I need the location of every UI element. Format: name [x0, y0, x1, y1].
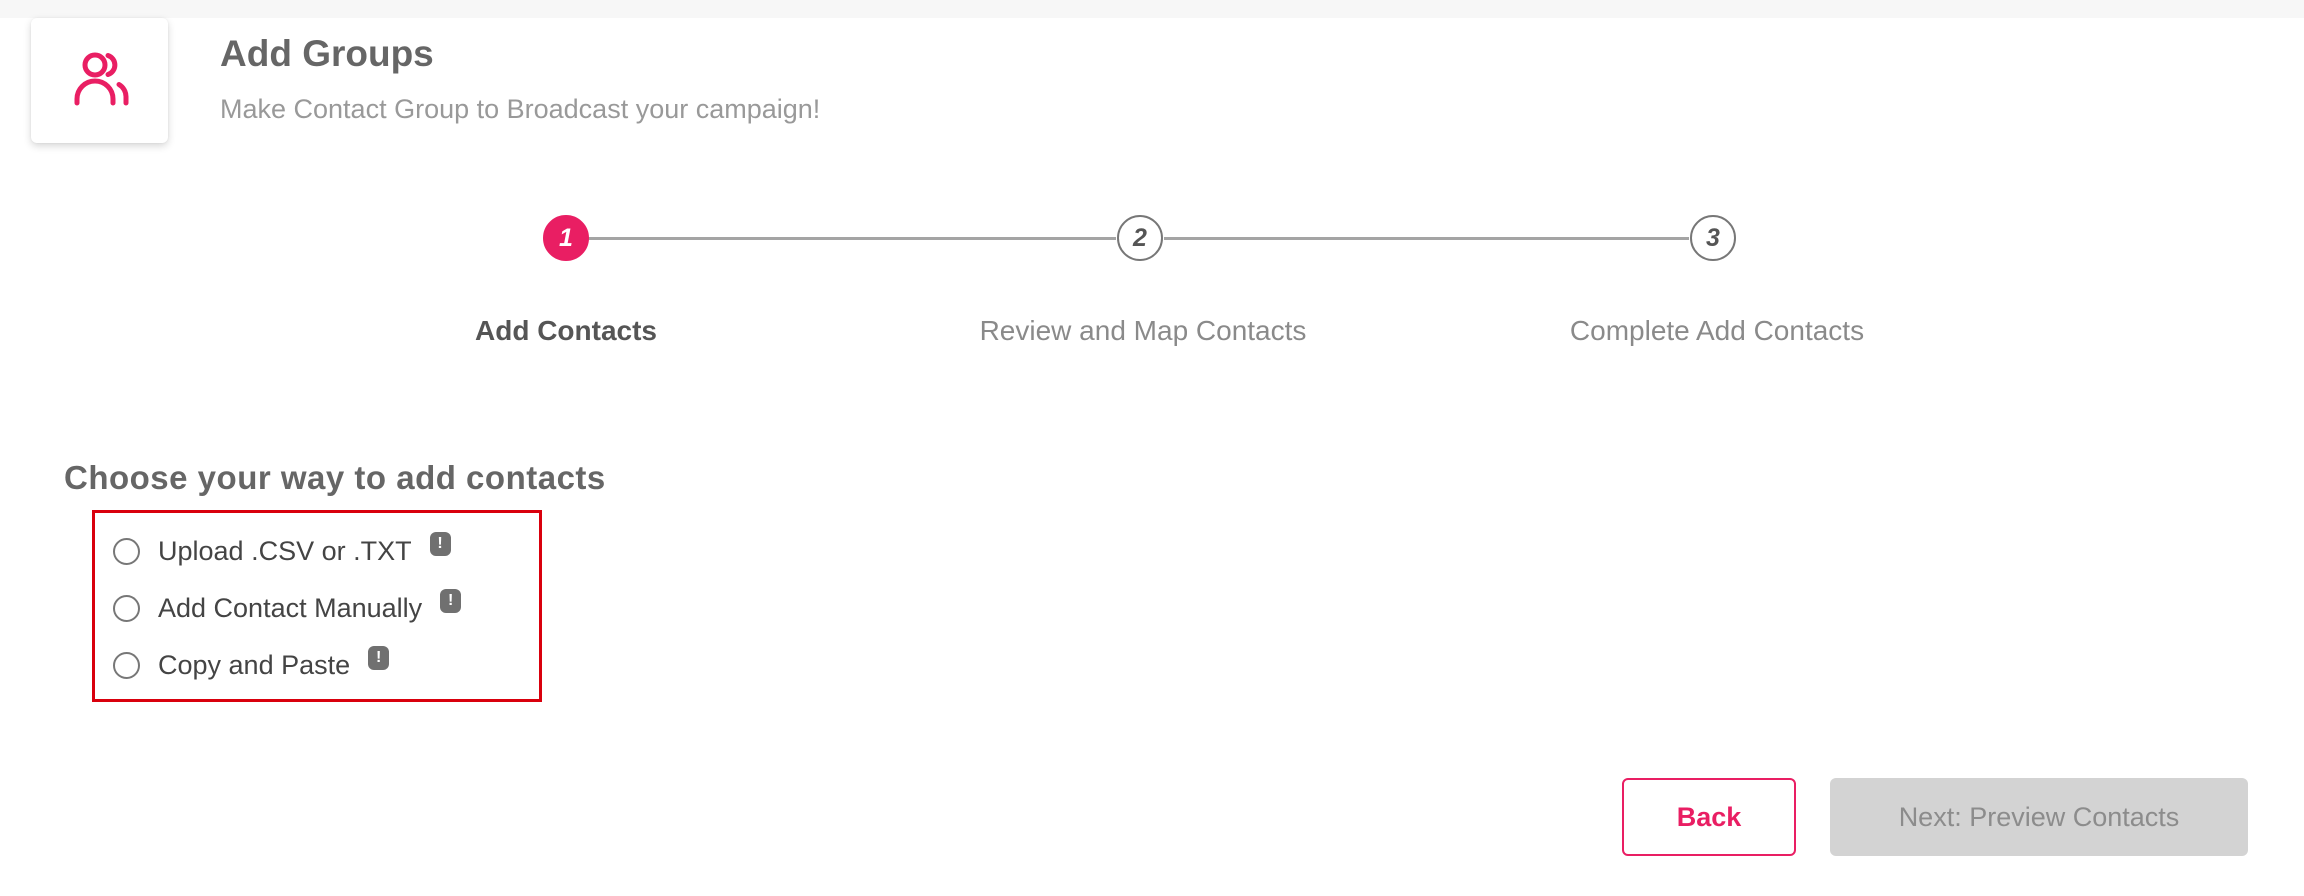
- step-2-label: Review and Map Contacts: [979, 315, 1307, 346]
- progress-stepper: 1 2 3 Add Contacts Review and Map Contac…: [0, 0, 2304, 360]
- step-1-label: Add Contacts: [475, 315, 657, 346]
- option-label: Upload .CSV or .TXT: [158, 535, 412, 566]
- step-connector: [567, 237, 1116, 240]
- back-button[interactable]: Back: [1622, 778, 1796, 856]
- step-3-indicator: 3: [1690, 215, 1736, 261]
- step-3-label: Complete Add Contacts: [1569, 315, 1865, 346]
- option-label: Copy and Paste: [158, 649, 351, 680]
- add-method-options: Upload .CSV or .TXT ! Add Contact Manual…: [92, 510, 542, 702]
- step-connector: [1164, 237, 1689, 240]
- step-1-indicator: 1: [543, 215, 589, 261]
- info-icon[interactable]: !: [368, 646, 390, 670]
- next-preview-contacts-button[interactable]: Next: Preview Contacts: [1830, 778, 2248, 856]
- radio-button[interactable]: [113, 651, 140, 679]
- radio-button[interactable]: [113, 537, 140, 565]
- option-add-contact-manually[interactable]: Add Contact Manually !: [113, 588, 462, 628]
- option-upload-csv-txt[interactable]: Upload .CSV or .TXT !: [113, 531, 451, 571]
- choose-method-heading: Choose your way to add contacts: [64, 459, 606, 496]
- option-label: Add Contact Manually: [158, 592, 423, 623]
- option-copy-and-paste[interactable]: Copy and Paste !: [113, 645, 390, 685]
- radio-button[interactable]: [113, 594, 140, 622]
- info-icon[interactable]: !: [440, 589, 462, 613]
- step-2-indicator: 2: [1117, 215, 1163, 261]
- info-icon[interactable]: !: [429, 532, 451, 556]
